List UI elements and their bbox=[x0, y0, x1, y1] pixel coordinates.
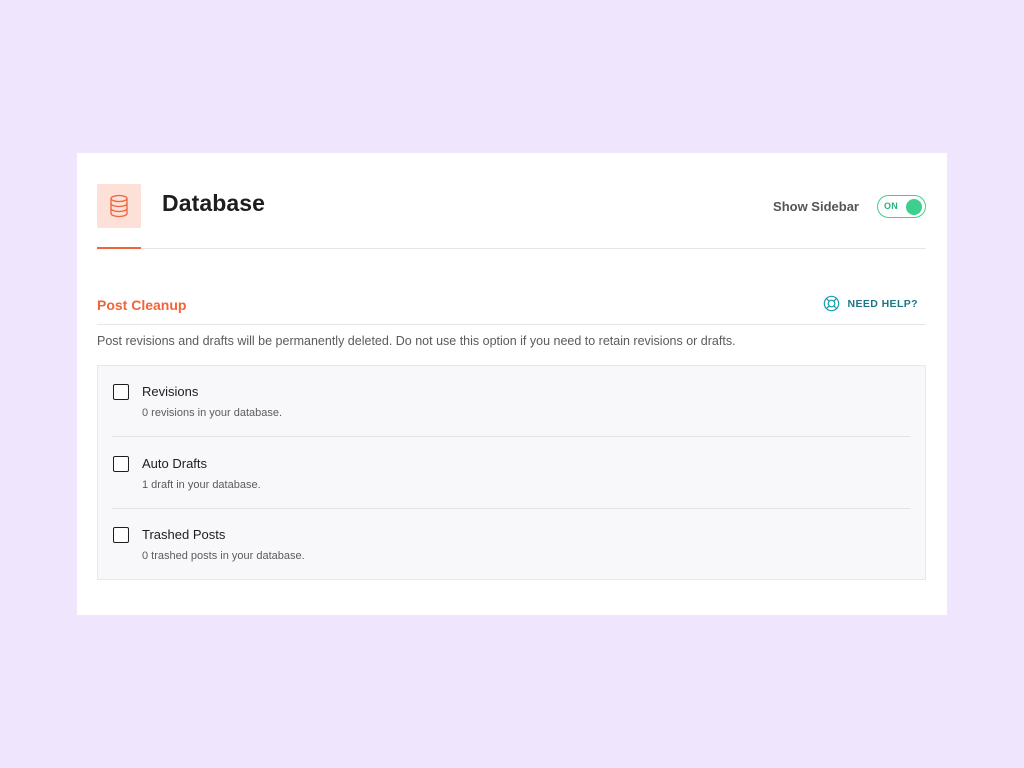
option-description: 0 trashed posts in your database. bbox=[142, 550, 305, 562]
option-label: Revisions bbox=[142, 384, 199, 399]
option-description: 1 draft in your database. bbox=[142, 479, 261, 491]
need-help-label: NEED HELP? bbox=[847, 297, 918, 310]
toggle-knob bbox=[906, 198, 922, 215]
option-revisions: Revisions 0 revisions in your database. bbox=[112, 366, 910, 437]
option-label: Auto Drafts bbox=[142, 456, 208, 471]
database-icon bbox=[110, 194, 128, 218]
option-description: 0 revisions in your database. bbox=[142, 407, 283, 419]
active-tab-underline bbox=[97, 247, 141, 249]
need-help-link[interactable]: NEED HELP? bbox=[823, 295, 918, 312]
section-description: Post revisions and drafts will be perman… bbox=[97, 334, 736, 348]
section-title: Post Cleanup bbox=[97, 297, 187, 313]
page-title: Database bbox=[162, 190, 266, 216]
option-auto-drafts: Auto Drafts 1 draft in your database. bbox=[112, 438, 910, 509]
option-trashed-posts: Trashed Posts 0 trashed posts in your da… bbox=[112, 509, 910, 580]
toggle-state-label: ON bbox=[884, 201, 899, 211]
auto-drafts-checkbox[interactable] bbox=[113, 456, 129, 472]
lifebuoy-icon bbox=[824, 295, 840, 312]
cleanup-options-list: Revisions 0 revisions in your database. … bbox=[97, 365, 926, 580]
revisions-checkbox[interactable] bbox=[113, 384, 129, 400]
section-header: Post Cleanup NEED HELP? bbox=[97, 283, 926, 325]
show-sidebar-toggle[interactable]: ON bbox=[877, 195, 926, 218]
database-tile bbox=[97, 184, 141, 228]
option-label: Trashed Posts bbox=[142, 527, 226, 542]
database-settings-card: Database Show Sidebar ON Post Cleanup NE… bbox=[77, 153, 947, 615]
show-sidebar-label: Show Sidebar bbox=[773, 199, 859, 214]
page-header: Database Show Sidebar ON bbox=[97, 153, 926, 249]
trashed-posts-checkbox[interactable] bbox=[113, 527, 129, 543]
